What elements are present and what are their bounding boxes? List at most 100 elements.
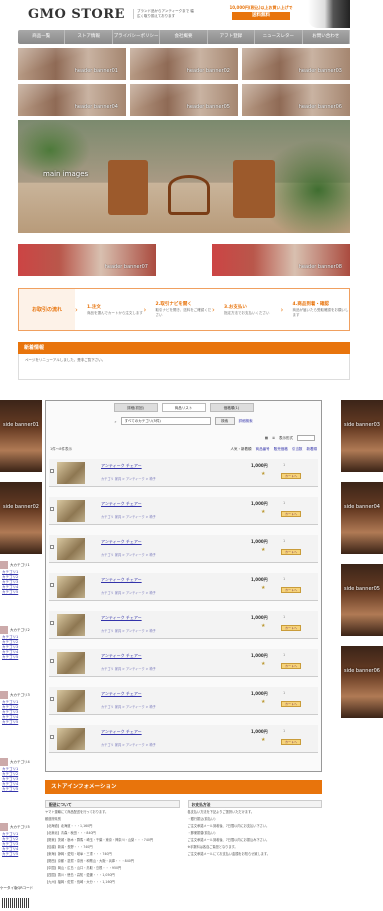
favorite-icon[interactable]: ★ (261, 661, 265, 667)
product-thumbnail[interactable] (57, 728, 85, 750)
product-category[interactable]: カテゴリ 家具 > アンティーク > 椅子 (101, 590, 156, 595)
add-to-cart-button[interactable]: カートへ (281, 587, 301, 593)
quantity-field[interactable]: 1 (283, 577, 285, 581)
nav-item-contact[interactable]: お問い合わせ (303, 30, 350, 44)
side-banner[interactable]: side banner01 (0, 400, 42, 472)
category-link[interactable]: カテゴリ5 (0, 787, 42, 792)
search-button[interactable]: 検索 (214, 417, 235, 425)
category-heading[interactable]: 大カテゴリ1 (0, 560, 42, 570)
grid-view-icon[interactable]: ▦ (265, 436, 268, 440)
product-thumbnail[interactable] (57, 690, 85, 712)
add-to-cart-button[interactable]: カートへ (281, 549, 301, 555)
header-banner[interactable]: header banner02 (130, 48, 238, 80)
promo-button[interactable]: 送料無料 (232, 12, 290, 20)
product-category[interactable]: カテゴリ 家具 > アンティーク > 椅子 (101, 476, 156, 481)
nav-item-company[interactable]: 会社概要 (160, 30, 208, 44)
favorite-icon[interactable]: ★ (261, 471, 265, 477)
product-category[interactable]: カテゴリ 家具 > アンティーク > 椅子 (101, 666, 156, 671)
add-to-cart-button[interactable]: カートへ (281, 701, 301, 707)
category-link[interactable]: カテゴリ5 (0, 655, 42, 660)
side-banner[interactable]: side banner03 (341, 400, 383, 472)
product-name[interactable]: アンティーク チェアー (101, 463, 142, 469)
product-checkbox[interactable] (50, 621, 54, 625)
side-banner[interactable]: side banner04 (341, 482, 383, 554)
nav-item-privacy[interactable]: プライバシーポリシー (113, 30, 161, 44)
product-category[interactable]: カテゴリ 家具 > アンティーク > 椅子 (101, 514, 156, 519)
side-banner[interactable]: side banner05 (341, 564, 383, 636)
product-thumbnail[interactable] (57, 538, 85, 560)
product-category[interactable]: カテゴリ 家具 > アンティーク > 椅子 (101, 742, 156, 747)
header-banner[interactable]: header banner01 (18, 48, 126, 80)
free-shipping-promo[interactable]: 10,000円(税込)以上お買い上げで 送料無料 (216, 5, 306, 24)
category-link[interactable]: カテゴリ5 (0, 590, 42, 595)
advanced-search-link[interactable]: 詳細検索 (239, 419, 253, 424)
product-checkbox[interactable] (50, 583, 54, 587)
product-thumbnail[interactable] (57, 614, 85, 636)
product-name[interactable]: アンティーク チェアー (101, 577, 142, 583)
tab-product-list[interactable]: 商品リスト (161, 403, 206, 412)
product-thumbnail[interactable] (57, 652, 85, 674)
product-checkbox[interactable] (50, 507, 54, 511)
header-banner[interactable]: header banner06 (242, 84, 350, 116)
quantity-field[interactable]: 1 (283, 691, 285, 695)
product-checkbox[interactable] (50, 735, 54, 739)
header-banner[interactable]: header banner04 (18, 84, 126, 116)
sort-label[interactable]: 人気・新着順 (231, 447, 252, 451)
sort-link[interactable]: 引当数 (292, 447, 303, 451)
quantity-field[interactable]: 1 (283, 653, 285, 657)
add-to-cart-button[interactable]: カートへ (281, 625, 301, 631)
nav-item-affiliate[interactable]: アフト登録 (208, 30, 256, 44)
favorite-icon[interactable]: ★ (261, 509, 265, 515)
category-heading[interactable]: 大カテゴリ2 (0, 625, 42, 635)
add-to-cart-button[interactable]: カートへ (281, 663, 301, 669)
favorite-icon[interactable]: ★ (261, 737, 265, 743)
product-name[interactable]: アンティーク チェアー (101, 691, 142, 697)
product-checkbox[interactable] (50, 659, 54, 663)
category-heading[interactable]: 大カテゴリ4 (0, 757, 42, 767)
category-link[interactable]: カテゴリ5 (0, 852, 42, 857)
sort-link[interactable]: 販売価格 (274, 447, 288, 451)
product-checkbox[interactable] (50, 545, 54, 549)
product-checkbox[interactable] (50, 469, 54, 473)
tab-details[interactable]: 詳細(初回) (113, 403, 158, 412)
favorite-icon[interactable]: ★ (261, 547, 265, 553)
favorite-icon[interactable]: ★ (261, 623, 265, 629)
header-banner[interactable]: header banner03 (242, 48, 350, 80)
quantity-field[interactable]: 1 (283, 729, 285, 733)
favorite-icon[interactable]: ★ (261, 699, 265, 705)
nav-item-store-info[interactable]: ストア情報 (65, 30, 113, 44)
product-thumbnail[interactable] (57, 500, 85, 522)
quantity-field[interactable]: 1 (283, 463, 285, 467)
sort-link[interactable]: 新着順 (307, 447, 318, 451)
product-name[interactable]: アンティーク チェアー (101, 501, 142, 507)
product-category[interactable]: カテゴリ 家具 > アンティーク > 椅子 (101, 628, 156, 633)
category-heading[interactable]: 大カテゴリ3 (0, 690, 42, 700)
side-banner[interactable]: side banner06 (341, 646, 383, 718)
category-select[interactable]: すべてのカテゴリ(5件) (120, 417, 211, 425)
product-name[interactable]: アンティーク チェアー (101, 729, 142, 735)
favorite-icon[interactable]: ★ (261, 585, 265, 591)
nav-item-products[interactable]: 商品一覧 (18, 30, 66, 44)
header-banner[interactable]: header banner08 (212, 244, 350, 276)
quantity-field[interactable]: 1 (283, 501, 285, 505)
add-to-cart-button[interactable]: カートへ (281, 473, 301, 479)
quantity-field[interactable]: 1 (283, 539, 285, 543)
tab-price-order[interactable]: 価格順(1) (209, 403, 254, 412)
header-banner[interactable]: header banner05 (130, 84, 238, 116)
nav-item-newsletter[interactable]: ニュースレター (255, 30, 303, 44)
side-banner[interactable]: side banner02 (0, 482, 42, 554)
main-image[interactable]: main images (18, 120, 350, 233)
product-category[interactable]: カテゴリ 家具 > アンティーク > 椅子 (101, 704, 156, 709)
product-category[interactable]: カテゴリ 家具 > アンティーク > 椅子 (101, 552, 156, 557)
product-name[interactable]: アンティーク チェアー (101, 539, 142, 545)
product-name[interactable]: アンティーク チェアー (101, 653, 142, 659)
sort-link[interactable]: 商品番号 (256, 447, 270, 451)
display-count-select[interactable] (297, 435, 315, 441)
product-thumbnail[interactable] (57, 462, 85, 484)
category-heading[interactable]: 大カテゴリ5 (0, 822, 42, 832)
product-name[interactable]: アンティーク チェアー (101, 615, 142, 621)
category-link[interactable]: カテゴリ5 (0, 720, 42, 725)
add-to-cart-button[interactable]: カートへ (281, 511, 301, 517)
store-logo[interactable]: GMO STORE (18, 7, 125, 22)
add-to-cart-button[interactable]: カートへ (281, 739, 301, 745)
